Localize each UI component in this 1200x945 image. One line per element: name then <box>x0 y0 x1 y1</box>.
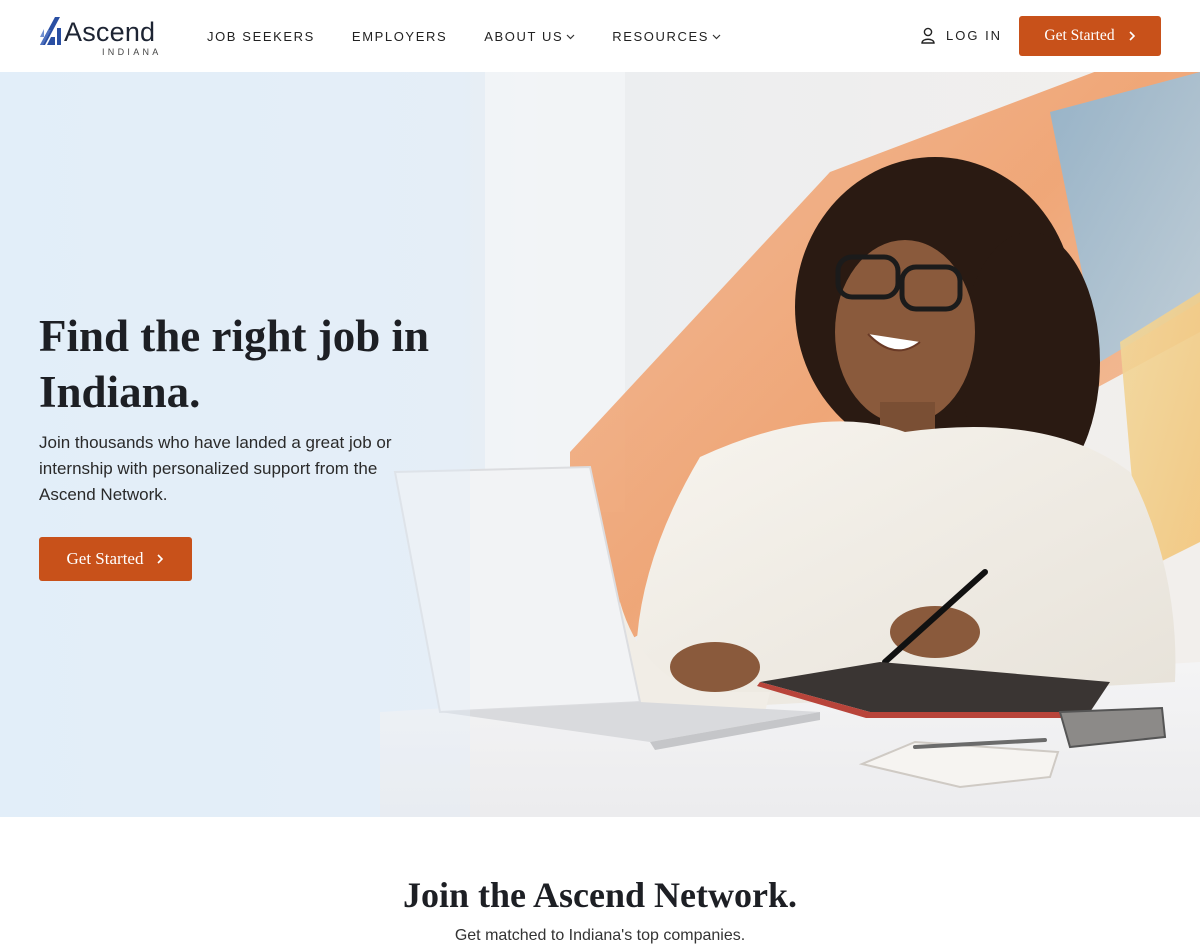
logo-wordmark: Ascend <box>64 17 156 47</box>
nav-employers[interactable]: EMPLOYERS <box>352 29 447 45</box>
user-icon <box>921 27 935 44</box>
header-get-started-button[interactable]: Get Started <box>1019 16 1161 56</box>
logo-subtitle: INDIANA <box>102 47 162 57</box>
hero-title: Find the right job in Indiana. <box>39 311 430 417</box>
ascend-indiana-logo[interactable]: Ascend INDIANA <box>38 14 168 60</box>
hero-description: Join thousands who have landed a great j… <box>39 433 392 504</box>
hero-section: Find the right job in Indiana. Join thou… <box>0 72 1200 817</box>
nav-resources[interactable]: RESOURCES <box>612 29 721 45</box>
nav-label: RESOURCES <box>612 29 710 44</box>
nav-job-seekers[interactable]: JOB SEEKERS <box>207 29 315 45</box>
nav-label: JOB SEEKERS <box>207 29 315 44</box>
network-title: Join the Ascend Network. <box>403 875 797 915</box>
network-subtitle: Get matched to Indiana's top companies. <box>454 927 746 944</box>
login-label: LOG IN <box>946 27 1003 43</box>
hero-get-started-button[interactable]: Get Started <box>39 537 192 581</box>
ascend-logo-mark-icon <box>40 17 61 45</box>
nav-label: ABOUT US <box>484 29 564 44</box>
chevron-down-icon <box>566 34 575 40</box>
button-label: Get Started <box>1044 27 1115 44</box>
button-label: Get Started <box>66 549 144 568</box>
chevron-right-icon <box>1129 31 1135 41</box>
nav-label: EMPLOYERS <box>351 29 448 44</box>
main-nav: JOB SEEKERS EMPLOYERS ABOUT US RESOURCES <box>207 29 758 45</box>
chevron-right-icon <box>157 554 164 564</box>
login-link[interactable]: LOG IN <box>921 27 1002 44</box>
site-header: Ascend INDIANA JOB SEEKERS EMPLOYERS ABO… <box>0 0 1200 72</box>
chevron-down-icon <box>712 34 721 40</box>
nav-about-us[interactable]: ABOUT US <box>484 29 575 45</box>
